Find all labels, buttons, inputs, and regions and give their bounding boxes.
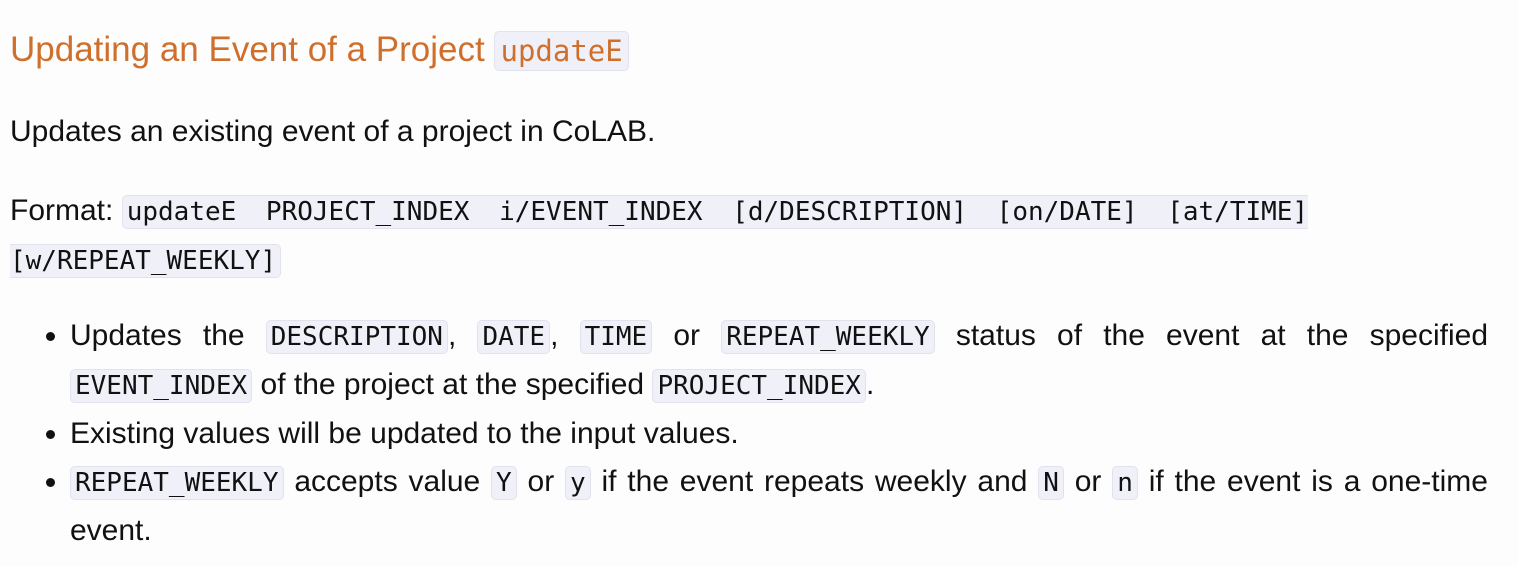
- inline-code: n: [1112, 466, 1138, 500]
- list-item: Existing values will be updated to the i…: [70, 410, 1488, 458]
- bullet-text: accepts value: [294, 465, 481, 498]
- bullet-text: Existing values will be updated to the i…: [70, 417, 739, 450]
- notes-list: Updates the DESCRIPTION, DATE, TIME or R…: [10, 312, 1488, 555]
- inline-code: DATE: [477, 320, 551, 354]
- bullet-text: or: [527, 465, 555, 498]
- format-label: Format:: [10, 194, 114, 227]
- bullet-text: of the project at the specified: [260, 368, 645, 401]
- inline-code: N: [1038, 466, 1064, 500]
- inline-code: REPEAT_WEEKLY: [721, 320, 935, 354]
- section-heading-command-code: updateE: [494, 31, 629, 71]
- bullet-text: status of the event at the specified: [955, 319, 1488, 352]
- command-format: Format: updateE PROJECT_INDEX i/EVENT_IN…: [10, 187, 1490, 285]
- bullet-text: .: [865, 368, 875, 401]
- inline-code: EVENT_INDEX: [70, 369, 253, 403]
- list-item: Updates the DESCRIPTION, DATE, TIME or R…: [70, 312, 1488, 410]
- inline-code: TIME: [579, 320, 653, 354]
- bullet-text: Updates the: [70, 319, 245, 352]
- format-command-code: updateE PROJECT_INDEX i/EVENT_INDEX [d/D…: [10, 195, 1309, 278]
- inline-code: REPEAT_WEEKLY: [70, 466, 284, 500]
- inline-code: PROJECT_INDEX: [652, 369, 866, 403]
- inline-code: y: [565, 466, 591, 500]
- section-heading: Updating an Event of a Project updateE: [10, 24, 629, 77]
- section-heading-text: Updating an Event of a Project: [10, 30, 485, 69]
- bullet-text: or: [1074, 465, 1102, 498]
- bullet-text: ,: [550, 319, 559, 352]
- document-page: Updating an Event of a Project updateE U…: [0, 0, 1518, 566]
- command-description: Updates an existing event of a project i…: [10, 115, 656, 148]
- inline-code: DESCRIPTION: [265, 320, 448, 354]
- bullet-text: or: [673, 319, 701, 352]
- bullet-text: if the event repeats weekly and: [601, 465, 1028, 498]
- bullet-text: ,: [447, 319, 457, 352]
- inline-code: Y: [491, 466, 517, 500]
- list-item: REPEAT_WEEKLY accepts value Y or y if th…: [70, 458, 1488, 555]
